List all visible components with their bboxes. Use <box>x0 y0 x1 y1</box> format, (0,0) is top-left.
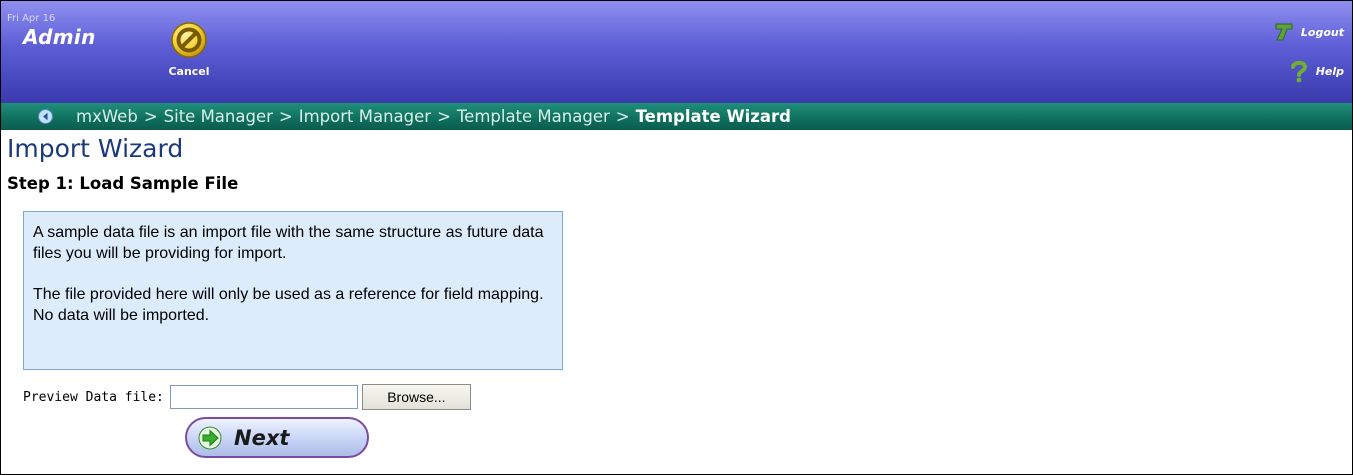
info-paragraph: A sample data file is an import file wit… <box>33 224 544 262</box>
header-date: Fri Apr 16 <box>7 13 56 24</box>
header-bar: Fri Apr 16 Admin Cancel Logout Help <box>1 1 1352 103</box>
next-label: Next <box>234 425 290 450</box>
info-paragraph: The file provided here will only be used… <box>33 286 544 324</box>
file-label: Preview Data file: <box>23 389 164 405</box>
help-label: Help <box>1315 64 1344 78</box>
breadcrumb-separator: > <box>437 107 451 126</box>
breadcrumb-item-site-manager[interactable]: Site Manager <box>164 107 273 126</box>
breadcrumb-separator: > <box>615 107 630 126</box>
breadcrumb-current: Template Wizard <box>635 107 791 126</box>
back-arrow-icon[interactable] <box>38 109 53 124</box>
cancel-circle-icon <box>171 22 207 58</box>
logout-arrow-icon <box>1275 23 1293 41</box>
help-question-icon <box>1290 60 1307 83</box>
page-title: Import Wizard <box>7 134 184 163</box>
help-link[interactable]: Help <box>1288 59 1344 83</box>
breadcrumb-item-template-manager[interactable]: Template Manager <box>457 107 610 126</box>
page-frame: Fri Apr 16 Admin Cancel Logout Help mxWe… <box>0 0 1353 475</box>
file-path-input[interactable] <box>169 385 358 409</box>
logout-link[interactable]: Logout <box>1273 21 1344 43</box>
header-role: Admin <box>23 25 96 49</box>
arrow-right-icon <box>198 426 222 449</box>
step-title: Step 1: Load Sample File <box>7 174 239 193</box>
breadcrumb: mxWeb > Site Manager > Import Manager > Templa… <box>1 103 1352 130</box>
browse-button[interactable]: Browse... <box>361 384 471 410</box>
info-box: A sample data file is an import file wit… <box>23 211 563 370</box>
breadcrumb-separator: > <box>143 107 158 126</box>
cancel-label: Cancel <box>168 65 210 78</box>
logout-label: Logout <box>1300 25 1344 39</box>
breadcrumb-item-import-manager[interactable]: Import Manager <box>299 107 431 126</box>
breadcrumb-separator: > <box>278 107 293 126</box>
breadcrumb-trail: mxWeb > Site Manager > Import Manager > Templa… <box>76 107 791 126</box>
file-row: Preview Data file: Browse... <box>23 384 471 410</box>
next-button[interactable]: Next <box>185 417 369 458</box>
breadcrumb-item-mxweb[interactable]: mxWeb <box>76 107 138 126</box>
cancel-button[interactable]: Cancel <box>163 21 215 83</box>
